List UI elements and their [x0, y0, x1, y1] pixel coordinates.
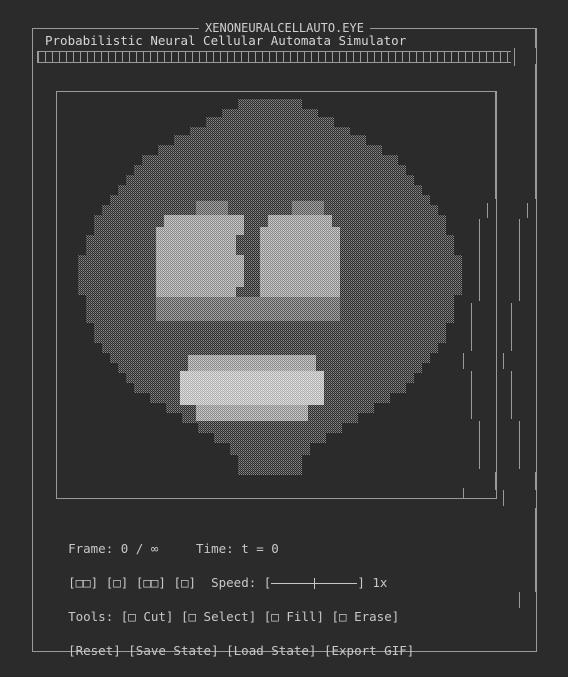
edge-line	[503, 490, 504, 506]
mouth	[180, 355, 324, 421]
speed-value: 1x	[372, 575, 388, 590]
right-eye	[260, 215, 340, 297]
app-subtitle: Probabilistic Neural Cellular Automata S…	[45, 33, 407, 48]
speed-slider[interactable]	[271, 575, 358, 591]
cellular-face-image	[78, 99, 462, 475]
simulation-canvas[interactable]	[56, 91, 497, 499]
erase-tool-button[interactable]: [□ Erase]	[332, 609, 400, 624]
fill-tool-button[interactable]: [□ Fill]	[264, 609, 324, 624]
transport-row: [□□] [□] [□□] [□] Speed: [] 1x	[53, 559, 387, 591]
edge-line	[463, 353, 464, 369]
edge-line	[519, 219, 520, 301]
speed-slider-thumb[interactable]	[314, 578, 316, 589]
speed-bracket-left: [	[263, 575, 272, 590]
export-gif-button[interactable]: [Export GIF]	[324, 643, 414, 658]
edge-line	[511, 371, 512, 419]
right-eyebrow	[292, 201, 324, 215]
edge-line	[527, 203, 528, 218]
edge-line	[511, 303, 512, 351]
left-eye	[156, 215, 244, 297]
edge-line	[535, 508, 536, 592]
edge-line	[495, 472, 496, 490]
tools-row: Tools: [□ Cut] [□ Select] [□ Fill] [□ Er…	[53, 593, 399, 625]
select-tool-button[interactable]: [□ Select]	[181, 609, 256, 624]
edge-line	[519, 592, 520, 608]
edge-line	[495, 91, 496, 199]
frame-label: Frame:	[68, 541, 114, 556]
edge-line	[471, 303, 472, 351]
edge-line	[519, 421, 520, 469]
cell-strip	[37, 48, 515, 66]
stop-button[interactable]: [□]	[173, 575, 196, 590]
edge-line	[479, 219, 480, 301]
edge-line	[535, 64, 536, 199]
speed-bracket-right: ]	[357, 575, 365, 590]
load-state-button[interactable]: [Load State]	[226, 643, 316, 658]
reset-button[interactable]: [Reset]	[68, 643, 121, 658]
tools-label: Tools:	[68, 609, 114, 624]
edge-line	[471, 371, 472, 419]
edge-line	[503, 353, 504, 369]
edge-line	[479, 421, 480, 469]
edge-line	[463, 488, 464, 498]
left-eyebrow	[196, 201, 228, 215]
edge-line	[535, 28, 536, 48]
actions-row: [Reset] [Save State] [Load State] [Expor…	[53, 627, 414, 659]
time-label: Time:	[196, 541, 234, 556]
save-state-button[interactable]: [Save State]	[128, 643, 218, 658]
cut-tool-button[interactable]: [□ Cut]	[121, 609, 174, 624]
edge-line	[535, 472, 536, 490]
status-row: Frame: 0 / ∞ Time: t = 0	[53, 525, 279, 557]
speed-label: Speed:	[211, 575, 257, 590]
frame-counter: 0 / ∞	[120, 541, 159, 556]
step-button[interactable]: [□□]	[136, 575, 166, 590]
rewind-button[interactable]: [□□]	[68, 575, 98, 590]
play-button[interactable]: [□]	[106, 575, 129, 590]
time-value: t = 0	[241, 541, 279, 556]
edge-line	[487, 203, 488, 218]
